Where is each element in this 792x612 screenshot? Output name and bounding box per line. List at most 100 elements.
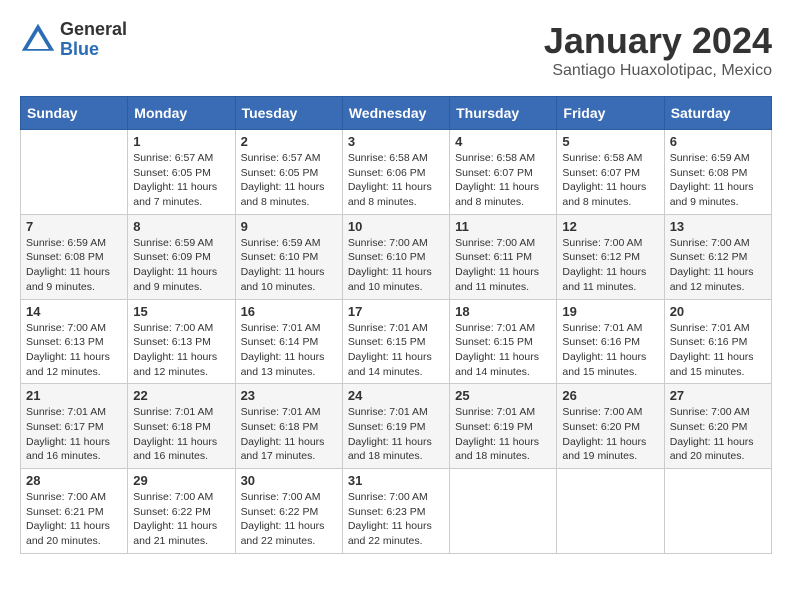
- day-number: 16: [241, 304, 337, 319]
- calendar-cell: 3 Sunrise: 6:58 AM Sunset: 6:06 PM Daylig…: [342, 130, 449, 215]
- calendar-cell: 5Sunrise: 6:58 AM Sunset: 6:07 PM Daylig…: [557, 130, 664, 215]
- weekday-header-sunday: Sunday: [21, 97, 128, 130]
- calendar-cell: 25 Sunrise: 7:01 AM Sunset: 6:19 PM Dayli…: [450, 384, 557, 469]
- day-number: 30: [241, 473, 337, 488]
- weekday-header-thursday: Thursday: [450, 97, 557, 130]
- day-number: 19: [562, 304, 658, 319]
- day-number: 11: [455, 219, 551, 234]
- calendar-cell: 13Sunrise: 7:00 AM Sunset: 6:12 PM Dayli…: [664, 214, 771, 299]
- day-info: Sunrise: 7:00 AM Sunset: 6:13 PM Dayligh…: [133, 321, 229, 380]
- day-number: 15: [133, 304, 229, 319]
- day-info: Sunrise: 7:01 AM Sunset: 6:19 PM Dayligh…: [348, 405, 444, 464]
- calendar-cell: 19 Sunrise: 7:01 AM Sunset: 6:16 PM Dayli…: [557, 299, 664, 384]
- day-number: 31: [348, 473, 444, 488]
- calendar-cell: 4 Sunrise: 6:58 AM Sunset: 6:07 PM Daylig…: [450, 130, 557, 215]
- weekday-header-friday: Friday: [557, 97, 664, 130]
- location-subtitle: Santiago Huaxolotipac, Mexico: [544, 62, 772, 80]
- day-number: 23: [241, 388, 337, 403]
- day-number: 29: [133, 473, 229, 488]
- weekday-header-tuesday: Tuesday: [235, 97, 342, 130]
- day-info: Sunrise: 6:59 AM Sunset: 6:10 PM Dayligh…: [241, 236, 337, 295]
- day-number: 6: [670, 134, 766, 149]
- day-number: 14: [26, 304, 122, 319]
- calendar-cell: [21, 130, 128, 215]
- day-number: 22: [133, 388, 229, 403]
- day-info: Sunrise: 7:01 AM Sunset: 6:16 PM Dayligh…: [562, 321, 658, 380]
- calendar-cell: 30Sunrise: 7:00 AM Sunset: 6:22 PM Dayli…: [235, 469, 342, 554]
- day-number: 20: [670, 304, 766, 319]
- day-number: 18: [455, 304, 551, 319]
- day-info: Sunrise: 6:58 AM Sunset: 6:07 PM Dayligh…: [562, 151, 658, 210]
- logo-general: General: [60, 20, 127, 40]
- calendar-cell: 22Sunrise: 7:01 AM Sunset: 6:18 PM Dayli…: [128, 384, 235, 469]
- calendar-week-row: 28 Sunrise: 7:00 AM Sunset: 6:21 PM Dayli…: [21, 469, 772, 554]
- calendar-cell: 20 Sunrise: 7:01 AM Sunset: 6:16 PM Dayli…: [664, 299, 771, 384]
- day-info: Sunrise: 6:59 AM Sunset: 6:09 PM Dayligh…: [133, 236, 229, 295]
- day-info: Sunrise: 6:57 AM Sunset: 6:05 PM Dayligh…: [133, 151, 229, 210]
- day-info: Sunrise: 7:00 AM Sunset: 6:12 PM Dayligh…: [562, 236, 658, 295]
- day-info: Sunrise: 7:00 AM Sunset: 6:12 PM Dayligh…: [670, 236, 766, 295]
- calendar-week-row: 14 Sunrise: 7:00 AM Sunset: 6:13 PM Dayli…: [21, 299, 772, 384]
- day-info: Sunrise: 7:01 AM Sunset: 6:15 PM Dayligh…: [348, 321, 444, 380]
- day-number: 2: [241, 134, 337, 149]
- calendar-cell: 16Sunrise: 7:01 AM Sunset: 6:14 PM Dayli…: [235, 299, 342, 384]
- weekday-header-wednesday: Wednesday: [342, 97, 449, 130]
- day-number: 26: [562, 388, 658, 403]
- day-info: Sunrise: 7:01 AM Sunset: 6:18 PM Dayligh…: [241, 405, 337, 464]
- day-info: Sunrise: 7:00 AM Sunset: 6:11 PM Dayligh…: [455, 236, 551, 295]
- day-info: Sunrise: 6:59 AM Sunset: 6:08 PM Dayligh…: [26, 236, 122, 295]
- calendar-cell: 29 Sunrise: 7:00 AM Sunset: 6:22 PM Dayli…: [128, 469, 235, 554]
- day-number: 12: [562, 219, 658, 234]
- calendar-week-row: 21 Sunrise: 7:01 AM Sunset: 6:17 PM Dayli…: [21, 384, 772, 469]
- title-area: January 2024 Santiago Huaxolotipac, Mexi…: [544, 20, 772, 80]
- day-info: Sunrise: 6:58 AM Sunset: 6:07 PM Dayligh…: [455, 151, 551, 210]
- logo: General Blue: [20, 20, 127, 60]
- day-info: Sunrise: 7:00 AM Sunset: 6:20 PM Dayligh…: [562, 405, 658, 464]
- page-container: General Blue January 2024 Santiago Huaxo…: [20, 20, 772, 554]
- calendar-cell: 12 Sunrise: 7:00 AM Sunset: 6:12 PM Dayli…: [557, 214, 664, 299]
- calendar-cell: 28 Sunrise: 7:00 AM Sunset: 6:21 PM Dayli…: [21, 469, 128, 554]
- day-info: Sunrise: 7:00 AM Sunset: 6:13 PM Dayligh…: [26, 321, 122, 380]
- weekday-header-saturday: Saturday: [664, 97, 771, 130]
- weekday-header-monday: Monday: [128, 97, 235, 130]
- calendar-cell: 1 Sunrise: 6:57 AM Sunset: 6:05 PM Daylig…: [128, 130, 235, 215]
- calendar-cell: 21 Sunrise: 7:01 AM Sunset: 6:17 PM Dayli…: [21, 384, 128, 469]
- calendar-week-row: 7 Sunrise: 6:59 AM Sunset: 6:08 PM Daylig…: [21, 214, 772, 299]
- day-info: Sunrise: 7:01 AM Sunset: 6:15 PM Dayligh…: [455, 321, 551, 380]
- day-info: Sunrise: 7:01 AM Sunset: 6:19 PM Dayligh…: [455, 405, 551, 464]
- calendar-cell: 10 Sunrise: 7:00 AM Sunset: 6:10 PM Dayli…: [342, 214, 449, 299]
- calendar-cell: [450, 469, 557, 554]
- calendar-cell: 24 Sunrise: 7:01 AM Sunset: 6:19 PM Dayli…: [342, 384, 449, 469]
- day-info: Sunrise: 7:01 AM Sunset: 6:16 PM Dayligh…: [670, 321, 766, 380]
- day-info: Sunrise: 7:00 AM Sunset: 6:21 PM Dayligh…: [26, 490, 122, 549]
- day-number: 3: [348, 134, 444, 149]
- day-info: Sunrise: 6:58 AM Sunset: 6:06 PM Dayligh…: [348, 151, 444, 210]
- day-number: 10: [348, 219, 444, 234]
- day-info: Sunrise: 7:01 AM Sunset: 6:17 PM Dayligh…: [26, 405, 122, 464]
- logo-blue: Blue: [60, 40, 127, 60]
- day-number: 1: [133, 134, 229, 149]
- calendar-cell: 6Sunrise: 6:59 AM Sunset: 6:08 PM Daylig…: [664, 130, 771, 215]
- day-number: 4: [455, 134, 551, 149]
- calendar-cell: 8 Sunrise: 6:59 AM Sunset: 6:09 PM Daylig…: [128, 214, 235, 299]
- day-info: Sunrise: 7:00 AM Sunset: 6:10 PM Dayligh…: [348, 236, 444, 295]
- day-info: Sunrise: 7:00 AM Sunset: 6:22 PM Dayligh…: [133, 490, 229, 549]
- day-number: 25: [455, 388, 551, 403]
- day-number: 24: [348, 388, 444, 403]
- calendar-cell: 2 Sunrise: 6:57 AM Sunset: 6:05 PM Daylig…: [235, 130, 342, 215]
- calendar-cell: 7 Sunrise: 6:59 AM Sunset: 6:08 PM Daylig…: [21, 214, 128, 299]
- day-number: 21: [26, 388, 122, 403]
- header: General Blue January 2024 Santiago Huaxo…: [20, 20, 772, 80]
- day-number: 7: [26, 219, 122, 234]
- calendar-cell: 17 Sunrise: 7:01 AM Sunset: 6:15 PM Dayli…: [342, 299, 449, 384]
- calendar-cell: [557, 469, 664, 554]
- day-number: 8: [133, 219, 229, 234]
- day-info: Sunrise: 6:57 AM Sunset: 6:05 PM Dayligh…: [241, 151, 337, 210]
- calendar-cell: 23 Sunrise: 7:01 AM Sunset: 6:18 PM Dayli…: [235, 384, 342, 469]
- day-number: 17: [348, 304, 444, 319]
- weekday-header-row: SundayMondayTuesdayWednesdayThursdayFrid…: [21, 97, 772, 130]
- day-number: 28: [26, 473, 122, 488]
- calendar-table: SundayMondayTuesdayWednesdayThursdayFrid…: [20, 96, 772, 554]
- calendar-cell: 26 Sunrise: 7:00 AM Sunset: 6:20 PM Dayli…: [557, 384, 664, 469]
- logo-icon: [20, 22, 56, 58]
